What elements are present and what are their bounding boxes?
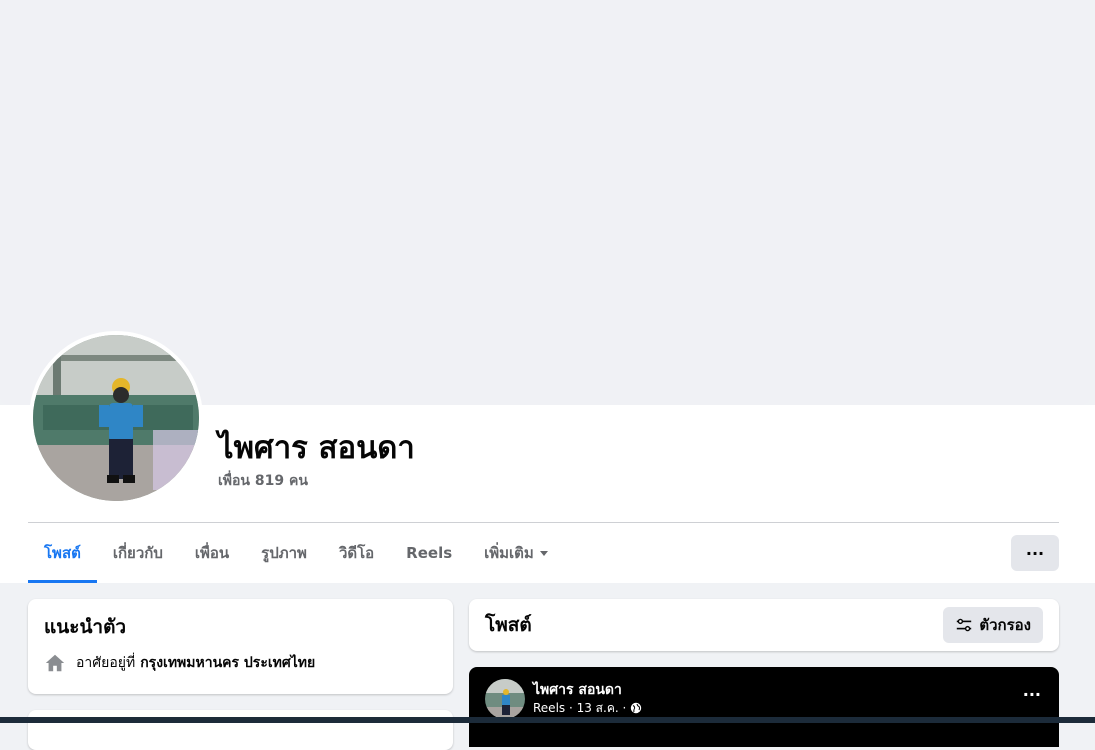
intro-card: แนะนำตัว อาศัยอยู่ที่ กรุงเทพมหานคร ประเ… [28,599,453,694]
reel-author-name[interactable]: ไพศาร สอนดา [533,681,622,699]
tab-photos[interactable]: รูปภาพ [245,523,323,583]
tab-videos[interactable]: วิดีโอ [323,523,390,583]
intro-lives-prefix: อาศัยอยู่ที่ [76,655,136,671]
filter-button[interactable]: ตัวกรอง [943,607,1043,643]
home-icon [45,654,65,672]
avatar-photo-image [33,335,199,501]
tab-about[interactable]: เกี่ยวกับ [97,523,179,583]
intro-location-link[interactable]: กรุงเทพมหานคร ประเทศไทย [140,651,315,675]
profile-avatar[interactable] [29,331,203,505]
posts-header-card: โพสต์ ตัวกรอง [469,599,1059,651]
profile-more-button[interactable]: ··· [1011,535,1059,571]
intro-title: แนะนำตัว [44,616,127,638]
reel-avatar-image [485,679,525,719]
filter-label: ตัวกรอง [979,616,1031,634]
intro-location-row: อาศัยอยู่ที่ กรุงเทพมหานคร ประเทศไทย [44,651,315,675]
reel-author-avatar[interactable] [485,679,525,719]
profile-tabs: โพสต์ เกี่ยวกับ เพื่อน รูปภาพ วิดีโอ Ree… [28,523,564,583]
tab-friends[interactable]: เพื่อน [179,523,245,583]
filter-sliders-icon [957,618,972,632]
profile-name: ไพศาร สอนดา [218,430,415,466]
reel-more-options-icon[interactable]: ··· [1023,685,1041,704]
tab-more[interactable]: เพิ่มเติม [468,523,564,583]
posts-title: โพสต์ [485,614,532,636]
secondary-card [28,710,453,750]
tab-more-label: เพิ่มเติม [484,544,534,562]
globe-icon [631,702,642,714]
reel-post-meta: Reels · 13 ส.ค. · [533,700,642,716]
taskbar-edge [0,717,1095,723]
caret-down-icon [539,550,548,556]
reel-meta-text: Reels · 13 ส.ค. · [533,701,627,715]
tab-reels[interactable]: Reels [390,523,468,583]
reel-post-card: ไพศาร สอนดา Reels · 13 ส.ค. · ··· [469,667,1059,747]
tab-posts[interactable]: โพสต์ [28,523,97,583]
friend-count-link[interactable]: เพื่อน 819 คน [218,471,308,491]
